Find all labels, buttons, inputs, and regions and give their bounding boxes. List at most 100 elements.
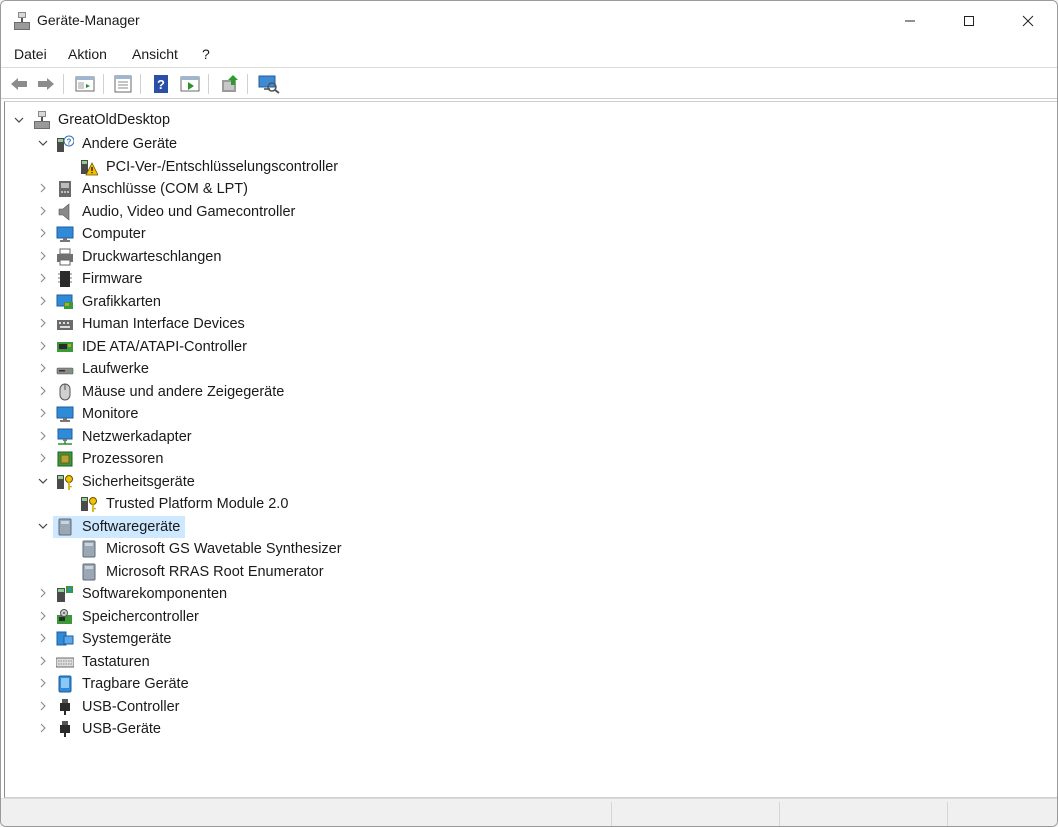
expand-chevron-icon[interactable] bbox=[37, 587, 49, 599]
monitor-icon bbox=[56, 406, 74, 422]
toolbar-separator bbox=[140, 74, 141, 94]
expand-chevron-icon[interactable] bbox=[37, 272, 49, 284]
portable-device-icon bbox=[58, 675, 72, 693]
status-separator bbox=[947, 802, 948, 826]
tree-category-item[interactable]: Audio, Video und Gamecontroller bbox=[82, 202, 295, 222]
expand-chevron-icon[interactable] bbox=[37, 452, 49, 464]
tree-category-item[interactable]: IDE ATA/ATAPI-Controller bbox=[82, 337, 247, 357]
usb-icon bbox=[60, 721, 70, 737]
forward-icon bbox=[38, 78, 54, 90]
collapse-chevron-icon[interactable] bbox=[37, 475, 49, 487]
expand-chevron-icon[interactable] bbox=[37, 632, 49, 644]
menu-datei[interactable]: Datei bbox=[14, 46, 47, 62]
tree-category-item[interactable]: Softwarekomponenten bbox=[82, 584, 227, 604]
firmware-icon bbox=[58, 271, 72, 287]
expand-chevron-icon[interactable] bbox=[37, 430, 49, 442]
tree-category-item[interactable]: Anschlüsse (COM & LPT) bbox=[82, 179, 248, 199]
software-device-icon bbox=[58, 518, 72, 535]
tree-category-item[interactable]: Speichercontroller bbox=[82, 607, 199, 627]
hid-icon bbox=[57, 320, 73, 330]
tree-category-item[interactable]: Andere Geräte bbox=[82, 134, 177, 154]
tree-category-item[interactable]: Sicherheitsgeräte bbox=[82, 472, 195, 492]
maximize-icon bbox=[964, 16, 974, 26]
tree-device-item[interactable]: Microsoft GS Wavetable Synthesizer bbox=[106, 539, 342, 559]
help-button[interactable]: ? bbox=[149, 72, 173, 96]
usb-icon bbox=[60, 698, 70, 715]
device-tree[interactable]: GreatOldDesktop ? Andere Geräte PCI-Ver-/E… bbox=[4, 101, 1057, 798]
update-driver-icon bbox=[222, 75, 238, 92]
properties-icon bbox=[114, 75, 132, 93]
maximize-button[interactable] bbox=[940, 1, 998, 41]
minimize-button[interactable] bbox=[881, 1, 939, 41]
expand-chevron-icon[interactable] bbox=[37, 362, 49, 374]
toolbar-separator bbox=[247, 74, 248, 94]
expand-chevron-icon[interactable] bbox=[37, 227, 49, 239]
tree-category-item[interactable]: Tastaturen bbox=[82, 652, 150, 672]
menu-ansicht[interactable]: Ansicht bbox=[132, 46, 178, 62]
properties-button[interactable] bbox=[111, 72, 135, 96]
tree-category-item[interactable]: Grafikkarten bbox=[82, 292, 161, 312]
tree-category-item[interactable]: Softwaregeräte bbox=[82, 517, 180, 537]
expand-chevron-icon[interactable] bbox=[37, 655, 49, 667]
tree-category-item[interactable]: Computer bbox=[82, 224, 146, 244]
svg-text:?: ? bbox=[67, 138, 72, 147]
warning-device-icon bbox=[81, 159, 98, 175]
expand-chevron-icon[interactable] bbox=[37, 677, 49, 689]
forward-button[interactable] bbox=[34, 72, 58, 96]
expand-chevron-icon[interactable] bbox=[37, 250, 49, 262]
tree-category-item[interactable]: Systemgeräte bbox=[82, 629, 171, 649]
menu-aktion[interactable]: Aktion bbox=[68, 46, 107, 62]
properties-pane-button[interactable] bbox=[73, 72, 97, 96]
collapse-chevron-icon[interactable] bbox=[13, 114, 25, 126]
expand-chevron-icon[interactable] bbox=[37, 295, 49, 307]
expand-chevron-icon[interactable] bbox=[37, 610, 49, 622]
toolbar-separator bbox=[103, 74, 104, 94]
expand-chevron-icon[interactable] bbox=[37, 317, 49, 329]
tree-device-item[interactable]: Microsoft RRAS Root Enumerator bbox=[106, 562, 324, 582]
drive-icon bbox=[56, 367, 74, 375]
tree-category-item[interactable]: Netzwerkadapter bbox=[82, 427, 192, 447]
toolbar-separator bbox=[208, 74, 209, 94]
software-device-icon bbox=[82, 563, 96, 580]
tree-root-label[interactable]: GreatOldDesktop bbox=[58, 110, 170, 130]
menu-help[interactable]: ? bbox=[202, 46, 210, 62]
expand-chevron-icon[interactable] bbox=[37, 182, 49, 194]
tree-category-item[interactable]: Tragbare Geräte bbox=[82, 674, 189, 694]
expand-chevron-icon[interactable] bbox=[37, 700, 49, 712]
expand-chevron-icon[interactable] bbox=[37, 722, 49, 734]
run-button[interactable] bbox=[178, 72, 202, 96]
device-manager-app-icon bbox=[14, 12, 30, 30]
tree-category-item[interactable]: Firmware bbox=[82, 269, 142, 289]
computer-root-icon bbox=[34, 111, 50, 129]
update-driver-button[interactable] bbox=[218, 72, 242, 96]
system-device-icon bbox=[56, 631, 74, 646]
tree-category-item[interactable]: USB-Controller bbox=[82, 697, 180, 717]
tree-category-item[interactable]: Prozessoren bbox=[82, 449, 163, 469]
keyboard-icon bbox=[56, 657, 74, 667]
expand-chevron-icon[interactable] bbox=[37, 407, 49, 419]
tree-category-item[interactable]: USB-Geräte bbox=[82, 719, 161, 739]
tree-device-item[interactable]: Trusted Platform Module 2.0 bbox=[106, 494, 288, 514]
processor-icon bbox=[57, 451, 73, 467]
network-icon bbox=[57, 428, 73, 445]
window-title: Geräte-Manager bbox=[37, 12, 140, 28]
collapse-chevron-icon[interactable] bbox=[37, 520, 49, 532]
computer-icon bbox=[56, 226, 74, 242]
back-button[interactable] bbox=[7, 72, 31, 96]
collapse-chevron-icon[interactable] bbox=[37, 137, 49, 149]
unknown-device-icon: ? bbox=[57, 135, 74, 152]
tree-category-item[interactable]: Laufwerke bbox=[82, 359, 149, 379]
close-icon bbox=[1022, 15, 1034, 27]
close-button[interactable] bbox=[999, 1, 1057, 41]
tree-category-item[interactable]: Druckwarteschlangen bbox=[82, 247, 221, 267]
tree-device-item[interactable]: PCI-Ver-/Entschlüsselungscontroller bbox=[106, 157, 338, 177]
tree-category-item[interactable]: Mäuse und andere Zeigegeräte bbox=[82, 382, 284, 402]
mouse-icon bbox=[59, 383, 71, 400]
tree-category-item[interactable]: Monitore bbox=[82, 404, 138, 424]
expand-chevron-icon[interactable] bbox=[37, 385, 49, 397]
scan-hardware-button[interactable] bbox=[257, 72, 281, 96]
status-bar bbox=[1, 798, 1057, 826]
expand-chevron-icon[interactable] bbox=[37, 205, 49, 217]
expand-chevron-icon[interactable] bbox=[37, 340, 49, 352]
tree-category-item[interactable]: Human Interface Devices bbox=[82, 314, 245, 334]
